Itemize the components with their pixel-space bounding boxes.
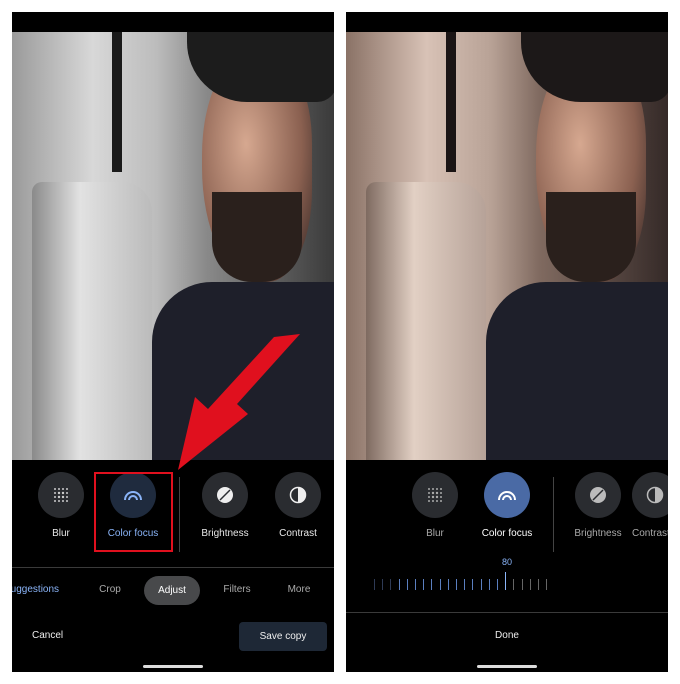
brightness-icon bbox=[202, 472, 248, 518]
editor-panel-before: Blur Color focus Brightness Contrast Sug… bbox=[12, 12, 334, 672]
slider-tick bbox=[406, 579, 408, 590]
slider-tick bbox=[538, 579, 539, 590]
tab-more[interactable]: More bbox=[288, 584, 311, 595]
contrast-icon bbox=[632, 472, 668, 518]
tool-contrast[interactable]: Contrast bbox=[263, 472, 333, 539]
blur-icon bbox=[412, 472, 458, 518]
slider-tick bbox=[521, 579, 523, 590]
tool-brightness[interactable]: Brightness bbox=[563, 472, 633, 539]
home-indicator[interactable] bbox=[477, 665, 537, 668]
slider-tick bbox=[382, 579, 384, 590]
brightness-icon bbox=[575, 472, 621, 518]
divider bbox=[346, 612, 668, 613]
slider-tick bbox=[456, 579, 457, 590]
cancel-button[interactable]: Cancel bbox=[32, 630, 63, 641]
blur-icon bbox=[38, 472, 84, 518]
tool-label: Brightness bbox=[201, 528, 249, 539]
slider-tick bbox=[497, 579, 498, 590]
slider-tick bbox=[390, 579, 392, 590]
tool-label: Contrast bbox=[279, 528, 317, 539]
home-indicator[interactable] bbox=[143, 665, 203, 668]
tool-divider bbox=[179, 477, 180, 552]
red-arrow-annotation bbox=[178, 334, 300, 470]
slider-tick bbox=[423, 579, 425, 590]
photo-preview bbox=[346, 32, 668, 460]
tool-label: Brightness bbox=[574, 528, 622, 539]
color-focus-icon bbox=[484, 472, 530, 518]
contrast-icon bbox=[275, 472, 321, 518]
color-focus-slider[interactable] bbox=[374, 570, 554, 590]
slider-tick bbox=[513, 579, 515, 590]
tool-label: Color focus bbox=[481, 528, 533, 539]
slider-tick bbox=[488, 579, 490, 590]
tool-brightness[interactable]: Brightness bbox=[190, 472, 260, 539]
done-button[interactable]: Done bbox=[477, 630, 537, 641]
tool-label: Blur bbox=[52, 528, 70, 539]
save-copy-button[interactable]: Save copy bbox=[239, 622, 327, 651]
slider-value: 80 bbox=[501, 557, 512, 567]
slider-tick bbox=[439, 579, 441, 590]
tab-crop[interactable]: Crop bbox=[99, 584, 121, 595]
slider-tick bbox=[431, 579, 433, 590]
tab-adjust[interactable]: Adjust bbox=[144, 576, 200, 605]
slider-tick bbox=[472, 579, 474, 590]
tool-divider bbox=[553, 477, 554, 552]
slider-thumb[interactable] bbox=[505, 572, 507, 590]
slider-tick bbox=[464, 579, 466, 590]
tab-filters[interactable]: Filters bbox=[223, 584, 250, 595]
highlight-box bbox=[94, 472, 173, 552]
tool-label: Blur bbox=[426, 528, 444, 539]
tool-blur[interactable]: Blur bbox=[400, 472, 470, 539]
slider-tick bbox=[529, 579, 531, 590]
slider-tick bbox=[398, 579, 400, 590]
tab-suggestions[interactable]: Suggestions bbox=[12, 584, 59, 595]
tool-label: Contrast bbox=[632, 528, 668, 539]
slider-tick bbox=[447, 579, 449, 590]
tool-color-focus[interactable]: Color focus bbox=[472, 472, 542, 539]
slider-tick bbox=[415, 579, 416, 590]
slider-tick bbox=[374, 579, 375, 590]
editor-panel-after: Blur Color focus Brightness Contrast 80 … bbox=[346, 12, 668, 672]
slider-tick bbox=[546, 579, 548, 590]
slider-tick bbox=[480, 579, 482, 590]
divider bbox=[12, 567, 334, 568]
tool-blur[interactable]: Blur bbox=[26, 472, 96, 539]
tool-contrast[interactable]: Contrast bbox=[632, 472, 668, 539]
